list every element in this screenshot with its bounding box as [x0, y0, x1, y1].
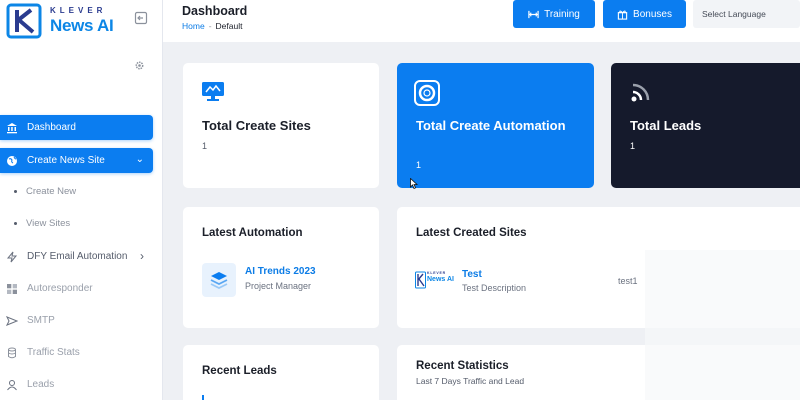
site-logo-top-text: KLEVER [427, 271, 446, 275]
sidebar-item-leads[interactable]: Leads [0, 372, 153, 397]
site-item-slug: test1 [618, 276, 638, 286]
stat-value: 1 [202, 141, 208, 151]
collapse-sidebar-icon[interactable] [134, 11, 148, 25]
breadcrumb-current: Default [215, 21, 243, 31]
leads-icon [6, 379, 18, 391]
site-item-description: Test Description [462, 283, 527, 293]
sidebar-item-smtp[interactable]: SMTP [0, 308, 153, 333]
sidebar-item-label: Traffic Stats [27, 347, 80, 358]
sidebar-item-autoresponder[interactable]: Autoresponder [0, 276, 153, 301]
monitor-icon [202, 82, 224, 101]
automation-item-role: Project Manager [245, 281, 312, 291]
stat-title: Total Leads [630, 118, 702, 133]
training-button[interactable]: Training [513, 0, 595, 28]
card-title: Latest Created Sites [416, 227, 527, 239]
sidebar-subitem-create-new[interactable]: Create New [14, 186, 76, 197]
sidebar-item-label: Leads [27, 379, 55, 390]
gear-icon[interactable] [134, 60, 145, 71]
bolt-icon [6, 251, 18, 263]
grid-icon [6, 283, 18, 295]
training-icon [528, 10, 539, 18]
automation-thumb [202, 263, 236, 297]
send-icon [6, 315, 18, 327]
layers-icon [210, 272, 228, 290]
card-title: Recent Leads [202, 365, 277, 377]
bonuses-button[interactable]: Bonuses [603, 0, 686, 28]
sidebar-item-traffic-stats[interactable]: Traffic Stats [0, 340, 153, 365]
card-title: Recent Statistics [416, 360, 509, 372]
bank-icon [6, 122, 18, 134]
sidebar-item-label: Autoresponder [27, 283, 93, 294]
logo-top-text: KLEVER [50, 6, 107, 15]
automation-item-link[interactable]: AI Trends 2023 [245, 266, 316, 277]
sidebar-item-label: SMTP [27, 315, 55, 326]
bullet-icon [14, 190, 17, 193]
sidebar-subitem-label: View Sites [26, 218, 71, 229]
card-title: Latest Automation [202, 227, 303, 239]
site-logo-thumb: KLEVER News AI [415, 267, 454, 293]
stat-title: Total Create Automation [416, 118, 566, 133]
language-select-label: Select Language [702, 9, 766, 19]
chevron-right-icon: › [140, 249, 144, 263]
globe-icon [6, 155, 18, 167]
latest-automation-card: Latest Automation AI Trends 2023 Project… [183, 207, 379, 328]
lead-indicator [202, 395, 204, 400]
breadcrumb-home-link[interactable]: Home [182, 21, 205, 31]
stat-value: 1 [416, 160, 422, 170]
stat-card-sites: Total Create Sites 1 [183, 63, 379, 188]
breadcrumb: Home - Default [182, 21, 242, 31]
stat-card-leads: Total Leads 1 [611, 63, 800, 188]
stat-title: Total Create Sites [202, 118, 311, 133]
sidebar-item-dfy-email-automation[interactable]: DFY Email Automation › [0, 244, 153, 269]
language-select[interactable]: Select Language [693, 0, 800, 28]
site-item-link[interactable]: Test [462, 269, 482, 280]
app-logo[interactable]: KLEVER News AI [6, 3, 136, 39]
site-logo-bottom-text: News AI [427, 276, 454, 283]
mouse-cursor-icon [410, 178, 418, 189]
stat-card-automation: Total Create Automation 1 [397, 63, 594, 188]
signal-icon [631, 83, 650, 102]
klever-logo-icon [415, 271, 426, 289]
sidebar-item-label: DFY Email Automation [27, 251, 128, 262]
chevron-down-icon: ⌄ [135, 154, 144, 165]
training-button-label: Training [544, 8, 580, 20]
page-title: Dashboard [182, 4, 248, 18]
sidebar-item-label: Create News Site [27, 155, 105, 166]
card-subtitle: Last 7 Days Traffic and Lead [416, 376, 525, 386]
sidebar-item-label: Dashboard [27, 122, 76, 133]
sidebar-subitem-label: Create New [26, 186, 77, 197]
recent-leads-card: Recent Leads [183, 345, 379, 400]
logo-bottom-text: News AI [50, 16, 114, 35]
lifebuoy-icon [414, 80, 440, 106]
sidebar-item-dashboard[interactable]: Dashboard [0, 115, 153, 140]
overlay-panel [645, 250, 800, 400]
sidebar: KLEVER News AI Dashboard Create News Sit… [0, 0, 163, 400]
sidebar-item-create-news-site[interactable]: Create News Site ⌄ [0, 148, 153, 173]
database-icon [6, 347, 18, 359]
stat-value: 1 [630, 141, 636, 151]
sidebar-subitem-view-sites[interactable]: View Sites [14, 218, 70, 229]
top-header: Dashboard Home - Default Training Bonuse… [163, 0, 800, 42]
bonuses-button-label: Bonuses [633, 8, 672, 20]
klever-logo-icon [6, 3, 42, 39]
bullet-icon [14, 222, 17, 225]
breadcrumb-separator: - [208, 21, 212, 31]
gift-icon [617, 10, 628, 20]
